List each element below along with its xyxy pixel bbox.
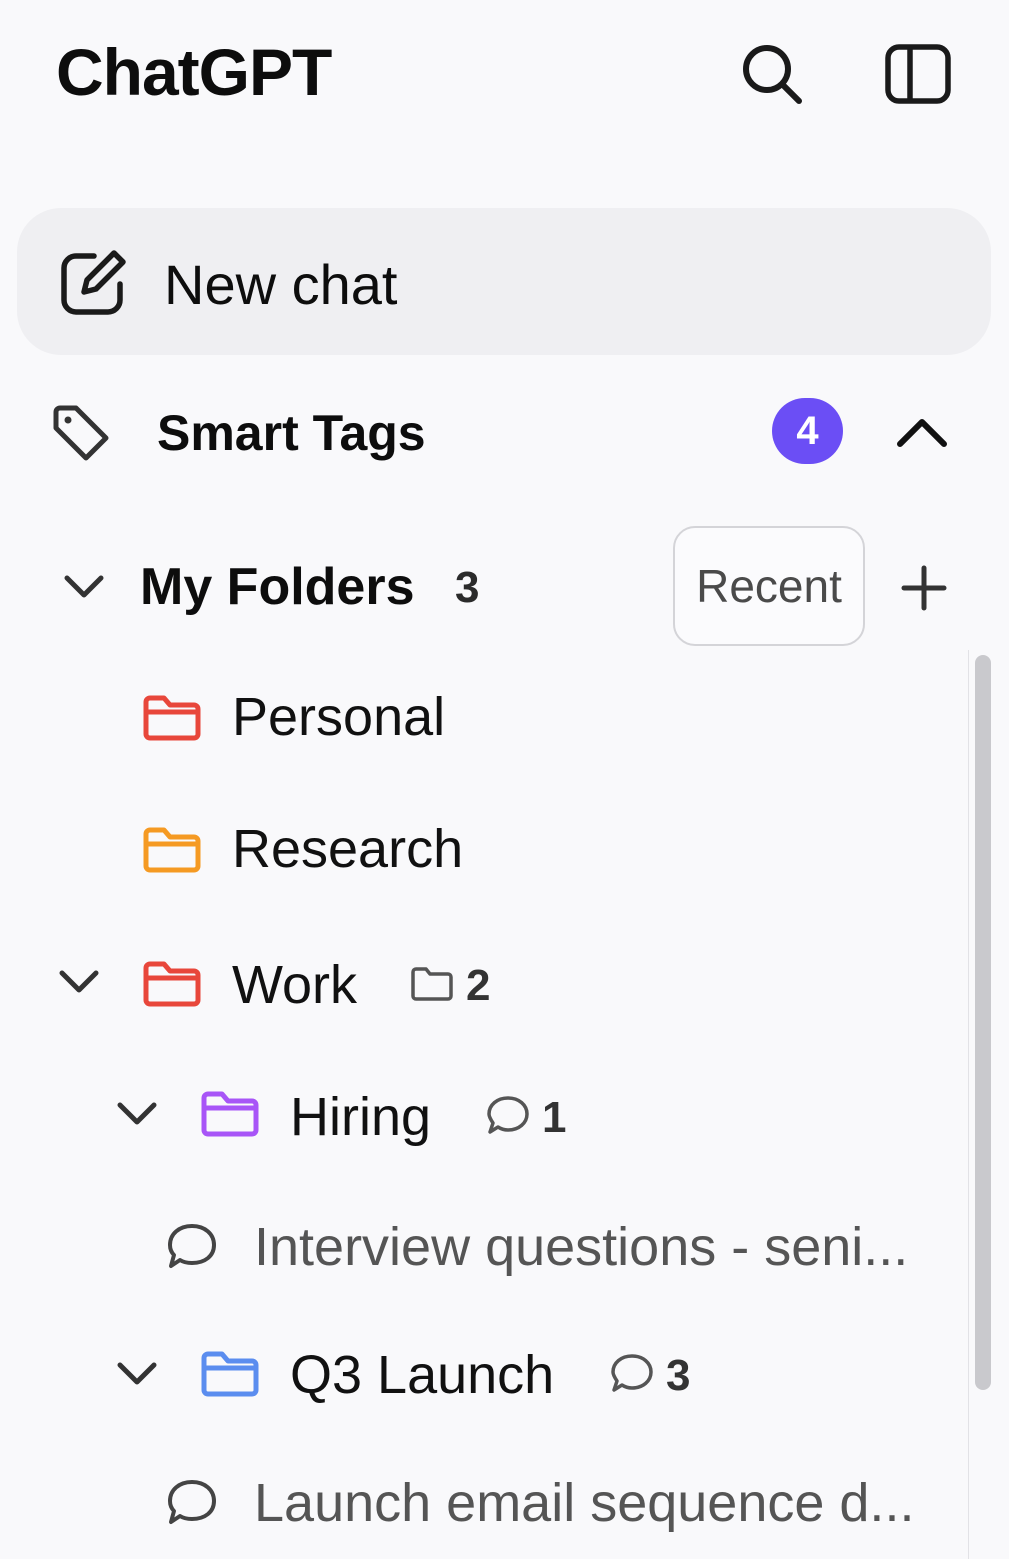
folder-label: Research	[232, 819, 464, 879]
sidebar-toggle-icon	[885, 43, 951, 105]
search-button[interactable]	[736, 40, 808, 108]
folder-icon	[142, 826, 202, 874]
chat-bubble-icon	[166, 1478, 218, 1526]
chat-bubble-icon	[610, 1352, 654, 1394]
folder-icon	[200, 1090, 260, 1138]
tag-icon	[50, 402, 112, 464]
recent-sort-button[interactable]: Recent	[673, 526, 865, 646]
my-folders-count: 3	[455, 563, 480, 612]
my-folders-label: My Folders	[140, 558, 415, 616]
app-title: ChatGPT	[56, 35, 332, 109]
search-icon	[739, 41, 805, 107]
chevron-down-icon[interactable]	[116, 1100, 158, 1126]
chat-count: 3	[666, 1351, 691, 1400]
chat-bubble-icon	[166, 1222, 218, 1270]
folder-icon	[142, 960, 202, 1008]
chat-bubble-icon	[486, 1094, 530, 1136]
edit-icon	[60, 248, 130, 316]
sidebar-toggle-button[interactable]	[882, 40, 954, 108]
folder-label: Personal	[232, 687, 446, 747]
folder-icon	[142, 694, 202, 742]
folder-label: Hiring	[290, 1087, 432, 1147]
chat-count: 1	[542, 1093, 567, 1142]
folder-label: Q3 Launch	[290, 1345, 555, 1405]
collapse-folders-button[interactable]	[58, 566, 110, 606]
chat-title: Interview questions - seni...	[254, 1217, 909, 1277]
chevron-down-icon	[63, 573, 105, 599]
add-folder-button[interactable]	[896, 560, 952, 616]
chevron-down-icon[interactable]	[58, 968, 100, 994]
subfolder-icon	[410, 966, 454, 1002]
scrollbar-thumb[interactable]	[975, 655, 991, 1390]
chevron-down-icon[interactable]	[116, 1360, 158, 1386]
smart-tags-label[interactable]: Smart Tags	[157, 400, 426, 466]
plus-icon	[900, 564, 948, 612]
smart-tags-count-badge: 4	[772, 398, 843, 464]
subfolder-count: 2	[466, 961, 491, 1010]
folder-icon	[200, 1350, 260, 1398]
folder-label: Work	[232, 955, 358, 1015]
new-chat-label: New chat	[164, 253, 398, 316]
chevron-up-icon	[896, 416, 948, 448]
chat-title: Launch email sequence d...	[254, 1473, 915, 1533]
collapse-smart-tags-button[interactable]	[890, 404, 954, 460]
